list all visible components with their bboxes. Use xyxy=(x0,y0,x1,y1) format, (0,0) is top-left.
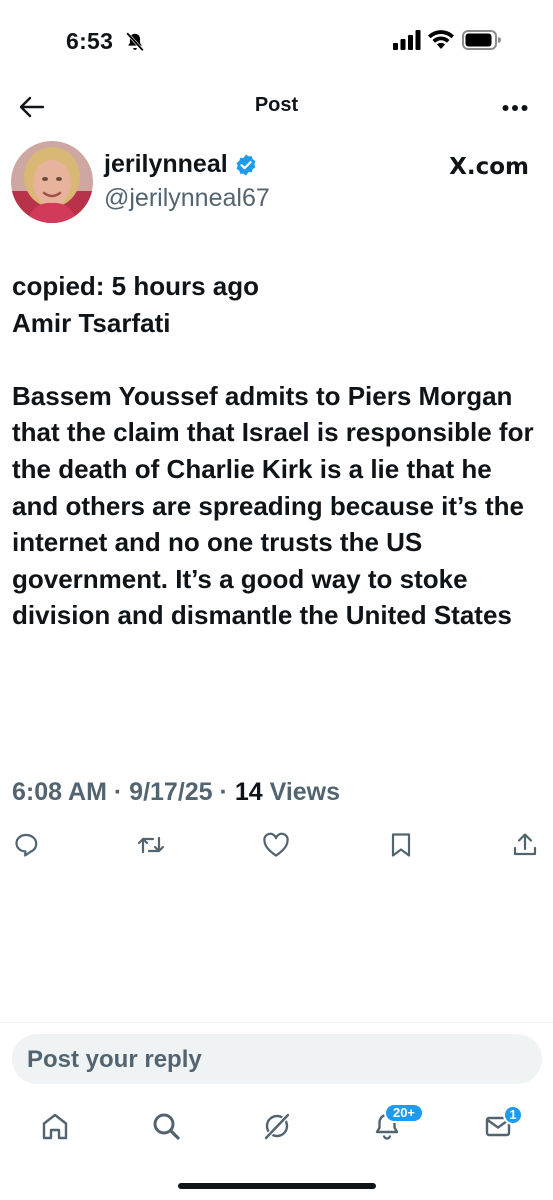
more-horizontal-icon xyxy=(502,105,528,111)
battery-icon xyxy=(462,30,501,50)
tab-grok[interactable] xyxy=(259,1108,295,1144)
post-actions xyxy=(0,830,553,866)
author-display-name[interactable]: jerilynneal xyxy=(104,150,258,179)
page-title: Post xyxy=(254,94,299,116)
source-text: X.com xyxy=(449,154,529,180)
heart-icon xyxy=(263,832,289,857)
share-icon xyxy=(513,833,537,856)
post-line-copied: copied: 5 hours ago xyxy=(12,271,260,301)
notifications-badge: 20+ xyxy=(384,1103,424,1123)
status-time: 6:53 xyxy=(66,28,114,54)
meta-separator: · xyxy=(113,778,123,806)
navigation-bar: Post xyxy=(0,80,553,132)
post-paragraph: Bassem Youssef admits to Piers Morgan th… xyxy=(12,380,541,631)
post-body: copied: 5 hours ago Amir Tsarfati Bassem… xyxy=(12,268,542,634)
display-name-text: jerilynneal xyxy=(104,150,228,178)
home-indicator xyxy=(178,1183,376,1189)
source-label: X.com xyxy=(449,153,529,180)
author-handle[interactable]: @jerilynneal67 xyxy=(104,184,270,213)
avatar[interactable] xyxy=(11,141,93,223)
reply-input[interactable]: Post your reply xyxy=(12,1034,542,1084)
search-icon xyxy=(153,1113,180,1140)
post-meta: 6:08 AM · 9/17/25 · 14 Views xyxy=(12,778,340,807)
repost-button[interactable] xyxy=(134,830,168,860)
reply-icon xyxy=(15,833,38,857)
tab-search[interactable] xyxy=(148,1108,184,1144)
more-options-button[interactable] xyxy=(499,92,531,124)
bottom-tab-bar: 20+ 1 xyxy=(0,1100,553,1160)
meta-separator: · xyxy=(219,778,228,806)
repost-icon xyxy=(137,836,165,854)
messages-badge: 1 xyxy=(503,1105,523,1125)
verified-badge-icon xyxy=(236,154,256,175)
post-date: 9/17/25 xyxy=(129,778,213,806)
divider xyxy=(0,1022,553,1023)
home-icon xyxy=(42,1113,68,1140)
post-time: 6:08 AM xyxy=(12,778,107,806)
share-button[interactable] xyxy=(510,830,540,860)
wifi-icon xyxy=(428,30,454,49)
post-line-source: Amir Tsarfati xyxy=(12,307,171,338)
profile-photo-icon xyxy=(11,141,93,223)
status-bar: 6:53 xyxy=(0,0,553,80)
bookmark-button[interactable] xyxy=(386,830,416,860)
like-button[interactable] xyxy=(261,830,291,860)
bell-slash-icon xyxy=(126,32,144,52)
reply-placeholder: Post your reply xyxy=(27,1046,202,1073)
views-count: 14 xyxy=(234,778,263,806)
reply-button[interactable] xyxy=(11,830,41,860)
tab-home[interactable] xyxy=(37,1108,73,1144)
grok-icon xyxy=(264,1113,290,1140)
bookmark-icon xyxy=(391,833,411,857)
cellular-signal-icon xyxy=(393,30,421,50)
views-label: Views xyxy=(269,778,341,806)
